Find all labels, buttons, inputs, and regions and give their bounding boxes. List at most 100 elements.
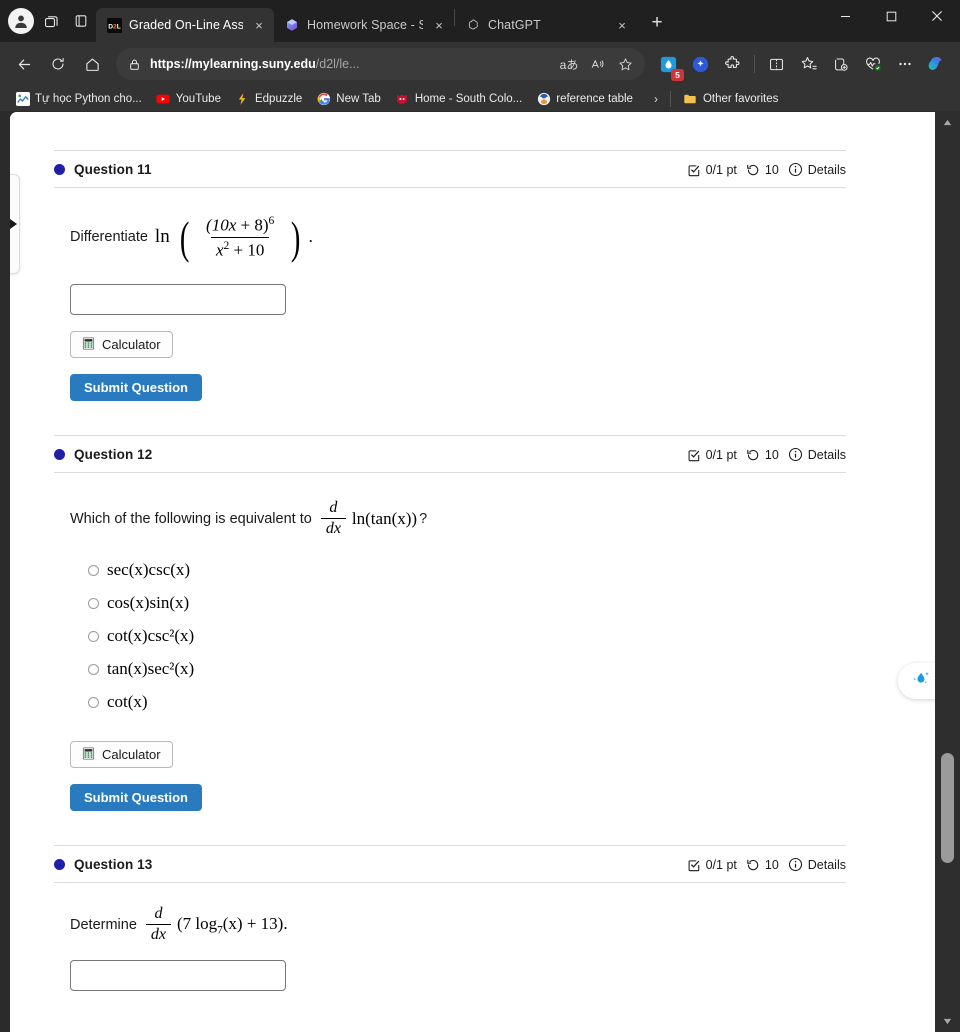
copilot-sparkle-icon[interactable] [685,49,716,80]
calculator-button[interactable]: Calculator [70,741,173,769]
tab-actions-icon[interactable] [66,6,96,36]
derivative-denominator: dx [320,518,346,538]
studyx-icon [284,17,300,33]
choice-option[interactable]: cos(x)sin(x) [88,593,846,613]
account-avatar-icon[interactable] [6,6,36,36]
radio-button[interactable] [88,696,99,708]
expression-body: (7 log7(x) + 13). [177,914,288,936]
bookmark-label: reference table [556,92,633,105]
other-favorites-label: Other favorites [702,92,779,105]
submit-question-button[interactable]: Submit Question [70,784,202,812]
scroll-up-arrow-icon[interactable] [935,113,960,131]
question-points: 0/1 pt [705,447,737,462]
details-link[interactable]: Details [808,448,846,462]
denominator-exponent: 2 [223,238,230,252]
tab-strip: D2L Graded On-Line Assignmen × Homework … [0,0,960,42]
info-icon[interactable] [788,447,803,462]
question-13: Question 13 0/1 pt 10 Details Determine … [54,811,846,992]
refresh-icon[interactable] [42,48,74,80]
left-paren: ( [179,211,190,263]
details-link[interactable]: Details [808,858,846,872]
expand-sidebar-tab[interactable] [10,174,20,274]
choice-option[interactable]: cot(x) [88,692,846,712]
close-window-button[interactable] [914,0,960,32]
lock-icon [128,58,141,71]
info-icon[interactable] [788,857,803,872]
answer-input[interactable] [70,284,286,316]
url-text: https://mylearning.suny.edu/d2l/le... [150,57,555,71]
radio-button[interactable] [88,564,99,576]
favorites-icon[interactable] [793,49,824,80]
question-points: 0/1 pt [705,857,737,872]
close-icon[interactable]: × [613,16,631,34]
bookmark-home-south-colo[interactable]: Home - South Colo... [388,89,529,108]
back-arrow-icon[interactable] [8,48,40,80]
workspaces-icon[interactable] [36,6,66,36]
bookmarks-overflow-chevron[interactable]: › [648,90,664,108]
minimize-button[interactable] [822,0,868,32]
tab-graded-assignment[interactable]: D2L Graded On-Line Assignmen × [96,8,274,42]
url-domain: https://mylearning.suny.edu [150,57,316,71]
question-body: Differentiate ln ( (10x + 8)6 x2 + 10 ) … [54,188,846,402]
radio-button[interactable] [88,597,99,609]
question-meta: 0/1 pt 10 Details [687,447,846,462]
derivative-operator: d dx [320,499,346,538]
split-screen-icon[interactable] [761,49,792,80]
bookmark-python-course[interactable]: Tự học Python cho... [8,89,149,108]
answer-input[interactable] [70,960,286,992]
window-controls [822,0,960,42]
bookmark-reference-table[interactable]: reference table [529,89,640,108]
tab-title: Homework Space - StudyX [307,18,423,32]
choice-option[interactable]: sec(x)csc(x) [88,560,846,580]
attempts-icon [746,163,760,177]
collections-icon[interactable] [825,49,856,80]
new-tab-button[interactable]: + [643,9,671,37]
edpuzzle-icon [235,91,250,106]
extensions-puzzle-icon[interactable] [717,49,748,80]
chatgpt-icon [465,17,481,33]
bookmarks-bar: Tự học Python cho... YouTube Edpuzzle Ne… [0,86,960,111]
read-aloud-icon[interactable] [583,51,611,77]
question-prompt: Differentiate ln ( (10x + 8)6 x2 + 10 ) … [70,214,846,260]
other-favorites-button[interactable]: Other favorites [677,89,784,108]
question-meta: 0/1 pt 10 Details [687,857,846,872]
choice-option[interactable]: cot(x)csc²(x) [88,626,846,646]
d2l-icon: D2L [106,17,122,33]
bookmark-youtube[interactable]: YouTube [149,89,228,108]
extension-water-icon[interactable]: 5 [653,49,684,81]
status-dot [54,859,65,871]
choice-option[interactable]: tan(x)sec²(x) [88,659,846,679]
google-icon [316,91,331,106]
info-icon[interactable] [788,162,803,177]
settings-more-icon[interactable] [889,49,920,80]
page-scrollbar[interactable] [935,111,960,1032]
browser-window: D2L Graded On-Line Assignmen × Homework … [0,0,960,1032]
address-bar[interactable]: https://mylearning.suny.edu/d2l/le... aあ [116,48,645,80]
tab-homework-space-studyx[interactable]: Homework Space - StudyX × [274,8,454,42]
attempts-icon [746,448,760,462]
fraction: (10x + 8)6 x2 + 10 [201,214,279,260]
calculator-button[interactable]: Calculator [70,331,173,359]
star-icon[interactable] [611,51,639,77]
close-icon[interactable]: × [250,16,268,34]
home-icon[interactable] [76,48,108,80]
browser-essentials-icon[interactable] [857,49,888,80]
translate-icon[interactable]: aあ [555,51,583,77]
chevron-right-icon [10,219,17,229]
copilot-icon[interactable] [921,49,952,80]
details-link[interactable]: Details [808,163,846,177]
maximize-button[interactable] [868,0,914,32]
question-body: Which of the following is equivalent to … [54,473,846,812]
scroll-down-arrow-icon[interactable] [935,1012,960,1030]
right-paren: ) [291,211,301,263]
submit-question-button[interactable]: Submit Question [70,374,202,402]
bookmark-new-tab[interactable]: New Tab [309,89,388,108]
close-icon[interactable]: × [430,16,448,34]
radio-button[interactable] [88,663,99,675]
tab-chatgpt[interactable]: ChatGPT × [455,8,637,42]
radio-button[interactable] [88,630,99,642]
checkbox-icon [687,163,701,177]
bookmark-edpuzzle[interactable]: Edpuzzle [228,89,309,108]
scrollbar-thumb[interactable] [941,753,954,863]
python-course-icon [15,91,30,106]
